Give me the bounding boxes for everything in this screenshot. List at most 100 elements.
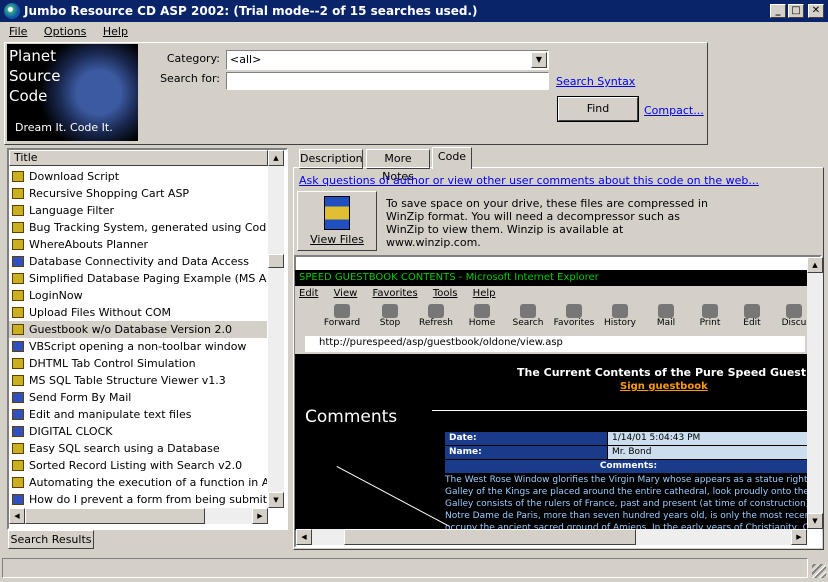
ie-menu-help: Help — [472, 288, 496, 299]
list-item[interactable]: Database Connectivity and Data Access — [9, 253, 267, 270]
logo-text: Code — [9, 87, 48, 105]
ie-menu-edit: Edit — [299, 288, 319, 299]
guestbook-heading: The Current Contents of the Pure Speed G… — [517, 366, 807, 379]
list-vertical-scrollbar[interactable]: ▲ ▼ — [268, 150, 284, 508]
scroll-left-icon[interactable]: ◀ — [296, 529, 312, 545]
scroll-right-icon[interactable]: ▶ — [252, 508, 268, 524]
list-item[interactable]: Download Script — [9, 168, 267, 185]
ie-toolbar-label: Edit — [743, 318, 761, 328]
list-item-label: VBScript opening a non-toolbar window — [29, 340, 247, 353]
close-button[interactable]: ✕ — [808, 4, 824, 18]
list-item[interactable]: Easy SQL search using a Database — [9, 440, 267, 457]
list-item[interactable]: Send Form By Mail — [9, 389, 267, 406]
scroll-up-icon[interactable]: ▲ — [807, 257, 823, 273]
list-item[interactable]: Bug Tracking System, generated using Cod… — [9, 219, 267, 236]
ie-toolbar-label: Stop — [379, 318, 401, 328]
ie-title-banner: SPEED GUESTBOOK CONTENTS - Microsoft Int… — [295, 270, 807, 286]
list-item-label: Upload Files Without COM — [29, 306, 171, 319]
list-item[interactable]: DHTML Tab Control Simulation — [9, 355, 267, 372]
tab-more-notes[interactable]: More Notes — [366, 149, 430, 183]
zip-icon — [12, 460, 24, 471]
scroll-thumb[interactable] — [268, 254, 284, 268]
discu-icon — [786, 304, 802, 318]
planet-source-code-logo: Planet Source Code Dream It. Code It. — [7, 44, 138, 141]
logo-slogan: Dream It. Code It. — [15, 121, 113, 134]
column-header-title[interactable]: Title — [9, 150, 268, 166]
scroll-left-icon[interactable]: ◀ — [9, 508, 25, 524]
divider — [432, 410, 807, 411]
list-item-label: Send Form By Mail — [29, 391, 132, 404]
menu-help[interactable]: Help — [103, 25, 128, 38]
window-title: Jumbo Resource CD ASP 2002: (Trial mode-… — [24, 4, 478, 18]
view-files-button[interactable]: View Files — [297, 191, 377, 251]
preview-horizontal-scrollbar[interactable]: ◀ ▶ — [296, 529, 807, 545]
scroll-right-icon[interactable]: ▶ — [791, 529, 807, 545]
comments-header: Comments: — [445, 460, 807, 473]
list-item[interactable]: Recursive Shopping Cart ASP — [9, 185, 267, 202]
book-icon — [12, 256, 24, 267]
list-item[interactable]: How do I prevent a form from being submi… — [9, 491, 267, 508]
search-input[interactable] — [226, 72, 549, 90]
print-icon — [702, 304, 718, 318]
resize-grip-icon[interactable] — [812, 564, 826, 578]
app-icon[interactable] — [4, 3, 20, 19]
chevron-down-icon[interactable]: ▼ — [531, 52, 547, 68]
ie-toolbar-label: Print — [699, 318, 721, 328]
scroll-up-icon[interactable]: ▲ — [268, 150, 284, 166]
compact-link[interactable]: Compact... — [644, 104, 704, 117]
scroll-thumb[interactable] — [344, 529, 636, 545]
list-item-label: Recursive Shopping Cart ASP — [29, 187, 190, 200]
menu-bar: File Options Help — [0, 22, 828, 41]
ie-toolbar-refresh-button: Refresh — [413, 302, 459, 328]
zip-icon — [12, 273, 24, 284]
list-horizontal-scrollbar[interactable]: ◀ ▶ — [9, 508, 268, 524]
list-item[interactable]: DIGITAL CLOCK — [9, 423, 267, 440]
list-item[interactable]: Sorted Record Listing with Search v2.0 — [9, 457, 267, 474]
tab-code[interactable]: Code — [432, 147, 472, 169]
ie-toolbar: Forward Stop Refresh Home Search Favorites His… — [295, 302, 807, 334]
list-item[interactable]: WhereAbouts Planner — [9, 236, 267, 253]
status-bar — [0, 554, 828, 582]
list-item-label: Bug Tracking System, generated using Cod… — [29, 221, 267, 234]
tab-description[interactable]: Description — [299, 149, 363, 169]
list-item[interactable]: Language Filter — [9, 202, 267, 219]
list-item[interactable]: VBScript opening a non-toolbar window — [9, 338, 267, 355]
search-syntax-link[interactable]: Search Syntax — [556, 75, 635, 88]
list-item[interactable]: MS SQL Table Structure Viewer v1.3 — [9, 372, 267, 389]
home-icon — [474, 304, 490, 318]
list-item-label: Database Connectivity and Data Access — [29, 255, 250, 268]
name-label: Name: — [445, 446, 607, 459]
zip-icon — [12, 477, 24, 488]
list-item[interactable]: Simplified Database Paging Example (MS A… — [9, 270, 267, 287]
maximize-button[interactable]: □ — [788, 4, 804, 18]
ie-toolbar-label: Search — [512, 318, 544, 328]
scroll-thumb[interactable] — [25, 508, 205, 524]
menu-options[interactable]: Options — [44, 25, 86, 38]
list-item[interactable]: Edit and manipulate text files — [9, 406, 267, 423]
menu-file[interactable]: File — [9, 25, 27, 38]
list-item[interactable]: Upload Files Without COM — [9, 304, 267, 321]
ie-toolbar-discu-button: Discu — [771, 302, 807, 328]
list-item[interactable]: LoginNow — [9, 287, 267, 304]
ie-toolbar-mail-button: Mail — [643, 302, 689, 328]
category-select[interactable]: <all> ▼ — [226, 50, 549, 70]
list-item-label: DIGITAL CLOCK — [29, 425, 113, 438]
ie-address-bar: http://purespeed/asp/guestbook/oldone/vi… — [295, 334, 807, 354]
refresh-icon — [428, 304, 444, 318]
minimize-button[interactable]: _ — [770, 4, 786, 18]
ie-toolbar-print-button: Print — [687, 302, 733, 328]
edit-icon — [744, 304, 760, 318]
find-button[interactable]: Find — [557, 96, 639, 122]
tab-search-results[interactable]: Search Results — [8, 530, 94, 549]
list-item-label: LoginNow — [29, 289, 83, 302]
search-label: Search for: — [160, 72, 220, 85]
preview-vertical-scrollbar[interactable]: ▲ ▼ — [807, 257, 823, 529]
scroll-down-icon[interactable]: ▼ — [807, 513, 823, 529]
ie-toolbar-forward-button: Forward — [319, 302, 365, 328]
date-label: Date: — [445, 432, 607, 445]
book-icon — [12, 494, 24, 505]
scroll-down-icon[interactable]: ▼ — [268, 492, 284, 508]
ask-questions-link[interactable]: Ask questions of author or view other us… — [299, 174, 759, 187]
list-item[interactable]: Guestbook w/o Database Version 2.0 — [9, 321, 267, 338]
list-item[interactable]: Automating the execution of a function i… — [9, 474, 267, 491]
